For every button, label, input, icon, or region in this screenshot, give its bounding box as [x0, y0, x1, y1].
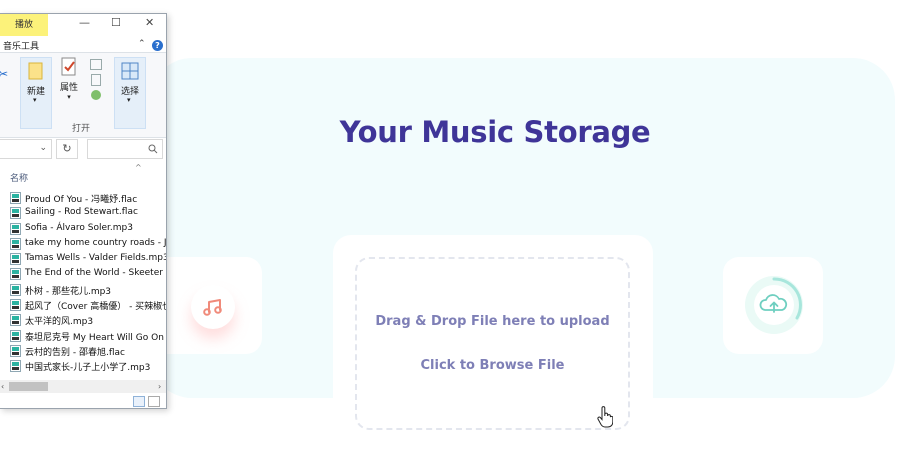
- minimize-icon[interactable]: —: [79, 16, 90, 29]
- audio-file-icon: [10, 329, 21, 342]
- search-icon: [148, 144, 158, 154]
- chevron-down-icon[interactable]: ⌄: [39, 143, 47, 153]
- ribbon-toolbar: ✂ 新建 ▾ 属性 ▾ 选择: [0, 52, 166, 138]
- status-bar: [0, 394, 166, 408]
- properties-icon: [61, 57, 76, 76]
- column-header-name[interactable]: 名称: [10, 171, 28, 184]
- edit-icon: [91, 74, 101, 86]
- list-item[interactable]: 朴树 - 那些花儿.mp3: [10, 283, 166, 298]
- collapse-ribbon-icon[interactable]: ⌃: [138, 39, 146, 49]
- new-folder-icon: [28, 62, 43, 80]
- file-name: take my home country roads - Jo: [25, 237, 167, 248]
- details-view-icon[interactable]: [133, 396, 145, 407]
- audio-file-icon: [10, 283, 21, 296]
- file-name: 朴树 - 那些花儿.mp3: [25, 286, 112, 297]
- list-item[interactable]: 云村的告别 - 邵春旭.flac: [10, 344, 166, 359]
- list-item[interactable]: 太平洋的风.mp3: [10, 313, 166, 328]
- file-name: 太平洋的风.mp3: [25, 317, 94, 328]
- file-name: The End of the World - Skeeter D: [25, 268, 167, 279]
- list-item[interactable]: Tamas Wells - Valder Fields.mp3: [10, 252, 167, 267]
- audio-file-icon: [10, 207, 21, 220]
- cloud-upload-icon: [745, 276, 803, 334]
- browse-file-link[interactable]: Click to Browse File: [355, 358, 630, 373]
- drop-zone-instruction: Drag & Drop File here to upload: [375, 314, 610, 329]
- audio-file-icon: [10, 222, 21, 235]
- audio-file-icon: [10, 192, 21, 204]
- audio-file-icon: [10, 314, 21, 327]
- search-input[interactable]: [87, 139, 163, 159]
- open-options-icons[interactable]: [88, 59, 104, 100]
- chevron-down-icon: ▾: [67, 93, 71, 101]
- cut-icon[interactable]: ✂: [0, 67, 8, 81]
- file-list: Proud Of You - 冯曦妤.flac Sailing - Rod St…: [10, 191, 167, 375]
- tab-music-tools[interactable]: 音乐工具: [3, 39, 39, 52]
- history-icon: [91, 90, 101, 100]
- audio-file-icon: [10, 268, 21, 281]
- page-title: Your Music Storage: [339, 115, 651, 149]
- scrollbar-thumb[interactable]: [9, 382, 48, 391]
- drop-zone[interactable]: [355, 257, 630, 430]
- file-name: Sofia - Álvaro Soler.mp3: [25, 222, 133, 233]
- music-note-icon: [191, 285, 235, 329]
- open-group-caption: 打开: [72, 124, 91, 134]
- list-item[interactable]: take my home country roads - Jo: [10, 237, 167, 252]
- large-icons-view-icon[interactable]: [148, 396, 160, 407]
- file-name: 起风了（Cover 高橋優） - 买辣椒也: [25, 302, 167, 313]
- select-all-icon: [121, 62, 139, 80]
- help-icon[interactable]: ?: [152, 40, 163, 51]
- file-name: 中国式家长-儿子上小学了.mp3: [25, 363, 151, 374]
- chevron-down-icon: ▾: [127, 96, 131, 104]
- file-explorer-window[interactable]: 播放 音乐工具 — ☐ ✕ ⌃ ? ✂ 新建 ▾ 属性 ▾: [0, 13, 167, 409]
- properties-button-label: 属性: [59, 83, 78, 93]
- list-item[interactable]: Proud Of You - 冯曦妤.flac: [10, 191, 166, 206]
- list-item[interactable]: The End of the World - Skeeter D: [10, 267, 167, 282]
- audio-file-icon: [10, 344, 21, 357]
- select-button[interactable]: 选择 ▾: [114, 57, 146, 129]
- tab-play[interactable]: 播放: [0, 14, 48, 36]
- list-item[interactable]: 泰坦尼克号 My Heart Will Go On -: [10, 329, 167, 344]
- list-item[interactable]: 起风了（Cover 高橋優） - 买辣椒也: [10, 298, 167, 313]
- audio-file-icon: [10, 253, 21, 266]
- open-icon: [90, 59, 102, 70]
- file-name: 云村的告别 - 邵春旭.flac: [25, 347, 125, 358]
- file-name: Sailing - Rod Stewart.flac: [25, 207, 138, 218]
- list-item[interactable]: Sailing - Rod Stewart.flac: [10, 206, 166, 221]
- audio-file-icon: [10, 299, 21, 312]
- address-bar[interactable]: ⌄: [0, 139, 52, 159]
- close-icon[interactable]: ✕: [145, 16, 154, 29]
- hand-pointer-cursor-icon: [597, 406, 614, 432]
- maximize-icon[interactable]: ☐: [111, 16, 121, 29]
- scroll-right-icon[interactable]: ›: [158, 380, 161, 393]
- new-button[interactable]: 新建 ▾: [20, 57, 52, 129]
- properties-button[interactable]: 属性 ▾: [56, 57, 82, 101]
- scroll-left-icon[interactable]: ‹: [1, 380, 4, 393]
- file-name: 泰坦尼克号 My Heart Will Go On -: [25, 332, 167, 343]
- file-name: Tamas Wells - Valder Fields.mp3: [25, 253, 167, 264]
- refresh-icon[interactable]: ↻: [56, 139, 78, 159]
- audio-file-icon: [10, 237, 21, 250]
- chevron-down-icon: ▾: [33, 96, 37, 104]
- sort-ascending-icon: ^: [135, 163, 142, 172]
- horizontal-scrollbar[interactable]: ‹ ›: [0, 380, 166, 393]
- audio-file-icon: [10, 360, 21, 373]
- list-item[interactable]: 中国式家长-儿子上小学了.mp3: [10, 359, 166, 374]
- file-name: Proud Of You - 冯曦妤.flac: [25, 195, 138, 205]
- list-item[interactable]: Sofia - Álvaro Soler.mp3: [10, 222, 166, 237]
